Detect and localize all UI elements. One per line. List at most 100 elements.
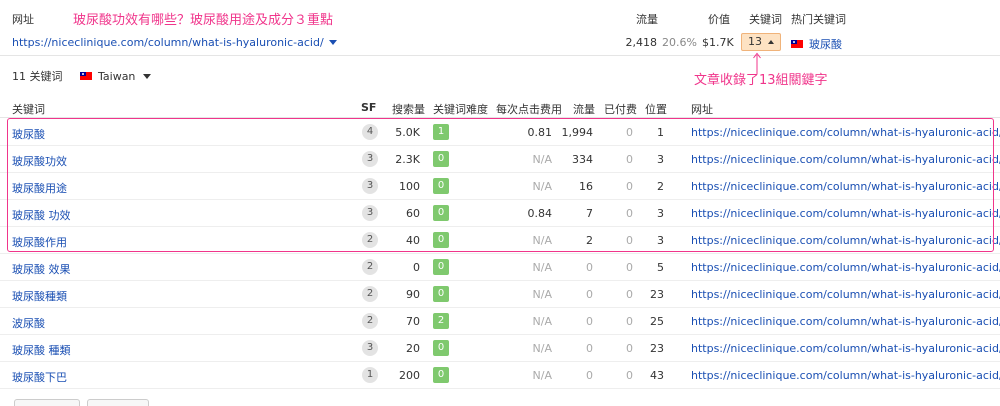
paid-cell: 0 — [626, 261, 633, 274]
table-row: 玻尿酸種類 2 90 0 N/A 0 0 23 https://niceclin… — [0, 281, 1000, 308]
table-row: 玻尿酸下巴 1 200 0 N/A 0 0 43 https://nicecli… — [0, 362, 1000, 389]
sf-badge[interactable]: 2 — [362, 286, 378, 302]
kd-badge: 0 — [433, 178, 449, 194]
col-paid[interactable]: 已付费 — [604, 101, 637, 117]
url-link[interactable]: https://niceclinique.com/column/what-is-… — [691, 342, 1000, 355]
keyword-link[interactable]: 波尿酸 — [12, 315, 45, 331]
paid-cell: 0 — [626, 315, 633, 328]
volume-cell: 200 — [399, 369, 420, 382]
traffic-value-usd: $1.7K — [702, 36, 734, 49]
col-traffic[interactable]: 流量 — [573, 101, 595, 117]
sf-badge[interactable]: 2 — [362, 232, 378, 248]
chevron-down-icon[interactable] — [143, 74, 152, 79]
cpc-cell: N/A — [532, 234, 552, 247]
url-cell[interactable]: https://niceclinique.com/column/what-is-… — [691, 234, 1000, 247]
paid-cell: 0 — [626, 153, 633, 166]
sf-badge[interactable]: 3 — [362, 340, 378, 356]
kd-badge: 0 — [433, 286, 449, 302]
url-link[interactable]: https://niceclinique.com/column/what-is-… — [691, 369, 1000, 382]
paid-cell: 0 — [626, 126, 633, 139]
cpc-cell: 0.84 — [527, 207, 553, 220]
traffic-cell: 0 — [586, 369, 593, 382]
kd-badge: 0 — [433, 151, 449, 167]
paid-cell: 0 — [626, 180, 633, 193]
sf-badge[interactable]: 4 — [362, 124, 378, 140]
country-selector[interactable]: Taiwan — [80, 70, 152, 83]
traffic-cell: 334 — [572, 153, 593, 166]
top-keyword-link[interactable]: 玻尿酸 — [809, 38, 842, 51]
page-url-link[interactable]: https://niceclinique.com/column/what-is-… — [12, 36, 337, 49]
url-cell[interactable]: https://niceclinique.com/column/what-is-… — [691, 288, 1000, 301]
keywords-table-header: 关键词 SF 搜索量 关键词难度 每次点击费用 流量 已付费 位置 网址 — [0, 96, 1000, 118]
sf-badge[interactable]: 1 — [362, 367, 378, 383]
volume-cell: 100 — [399, 180, 420, 193]
url-link[interactable]: https://niceclinique.com/column/what-is-… — [691, 234, 1000, 247]
url-link[interactable]: https://niceclinique.com/column/what-is-… — [691, 207, 1000, 220]
keywords-count: 13 — [748, 35, 762, 48]
url-link[interactable]: https://niceclinique.com/column/what-is-… — [691, 315, 1000, 328]
sf-badge[interactable]: 2 — [362, 259, 378, 275]
keywords-annotation: 文章收錄了13組關鍵字 — [694, 73, 828, 88]
col-sf[interactable]: SF — [361, 101, 376, 114]
top-keyword[interactable]: 玻尿酸 — [791, 36, 842, 52]
cpc-cell: 0.81 — [527, 126, 553, 139]
sf-badge[interactable]: 2 — [362, 313, 378, 329]
sf-badge[interactable]: 3 — [362, 178, 378, 194]
traffic-cell: 0 — [586, 315, 593, 328]
keyword-link[interactable]: 玻尿酸 種類 — [12, 342, 71, 358]
taiwan-flag-icon — [791, 40, 803, 48]
table-row: 玻尿酸功效 3 2.3K 0 N/A 334 0 3 https://nicec… — [0, 146, 1000, 173]
volume-cell: 60 — [406, 207, 420, 220]
url-link[interactable]: https://niceclinique.com/column/what-is-… — [691, 261, 1000, 274]
cpc-cell: N/A — [532, 369, 552, 382]
volume-cell: 90 — [406, 288, 420, 301]
col-url[interactable]: 网址 — [691, 101, 713, 117]
value-column-header: 价值 — [708, 13, 730, 26]
url-cell[interactable]: https://niceclinique.com/column/what-is-… — [691, 342, 1000, 355]
col-kd[interactable]: 关键词难度 — [433, 101, 488, 117]
traffic-cell: 0 — [586, 288, 593, 301]
kd-badge: 0 — [433, 340, 449, 356]
url-cell[interactable]: https://niceclinique.com/column/what-is-… — [691, 261, 1000, 274]
traffic-cell: 2 — [586, 234, 593, 247]
position-cell: 23 — [650, 342, 664, 355]
col-position[interactable]: 位置 — [645, 101, 667, 117]
table-row: 玻尿酸 4 5.0K 1 0.81 1,994 0 1 https://nice… — [0, 119, 1000, 146]
keyword-link[interactable]: 玻尿酸 功效 — [12, 207, 71, 223]
keyword-link[interactable]: 玻尿酸 — [12, 126, 45, 142]
pagination-button[interactable] — [14, 399, 80, 406]
url-cell[interactable]: https://niceclinique.com/column/what-is-… — [691, 369, 1000, 382]
url-cell[interactable]: https://niceclinique.com/column/what-is-… — [691, 153, 1000, 166]
pagination-button[interactable] — [87, 399, 149, 406]
url-link[interactable]: https://niceclinique.com/column/what-is-… — [691, 153, 1000, 166]
url-link[interactable]: https://niceclinique.com/column/what-is-… — [691, 288, 1000, 301]
col-volume[interactable]: 搜索量 — [392, 101, 425, 117]
paid-cell: 0 — [626, 207, 633, 220]
keyword-link[interactable]: 玻尿酸 效果 — [12, 261, 71, 277]
volume-cell: 0 — [413, 261, 420, 274]
url-link[interactable]: https://niceclinique.com/column/what-is-… — [691, 126, 1000, 139]
keywords-count-button[interactable]: 13 — [741, 33, 781, 51]
url-link[interactable]: https://niceclinique.com/column/what-is-… — [691, 180, 1000, 193]
keyword-link[interactable]: 玻尿酸作用 — [12, 234, 67, 250]
paid-cell: 0 — [626, 342, 633, 355]
table-row: 波尿酸 2 70 2 N/A 0 0 25 https://nicecliniq… — [0, 308, 1000, 335]
traffic-cell: 7 — [586, 207, 593, 220]
sf-badge[interactable]: 3 — [362, 205, 378, 221]
chevron-down-icon[interactable] — [328, 40, 337, 45]
url-cell[interactable]: https://niceclinique.com/column/what-is-… — [691, 126, 1000, 139]
url-cell[interactable]: https://niceclinique.com/column/what-is-… — [691, 207, 1000, 220]
col-cpc[interactable]: 每次点击费用 — [496, 101, 562, 117]
keyword-link[interactable]: 玻尿酸用途 — [12, 180, 67, 196]
sf-badge[interactable]: 3 — [362, 151, 378, 167]
volume-cell: 70 — [406, 315, 420, 328]
kd-badge: 0 — [433, 232, 449, 248]
col-keyword[interactable]: 关键词 — [12, 101, 45, 117]
keyword-link[interactable]: 玻尿酸種類 — [12, 288, 67, 304]
url-cell[interactable]: https://niceclinique.com/column/what-is-… — [691, 315, 1000, 328]
page-url[interactable]: https://niceclinique.com/column/what-is-… — [12, 36, 324, 49]
url-cell[interactable]: https://niceclinique.com/column/what-is-… — [691, 180, 1000, 193]
keyword-link[interactable]: 玻尿酸下巴 — [12, 369, 67, 385]
keyword-link[interactable]: 玻尿酸功效 — [12, 153, 67, 169]
kd-badge: 0 — [433, 367, 449, 383]
